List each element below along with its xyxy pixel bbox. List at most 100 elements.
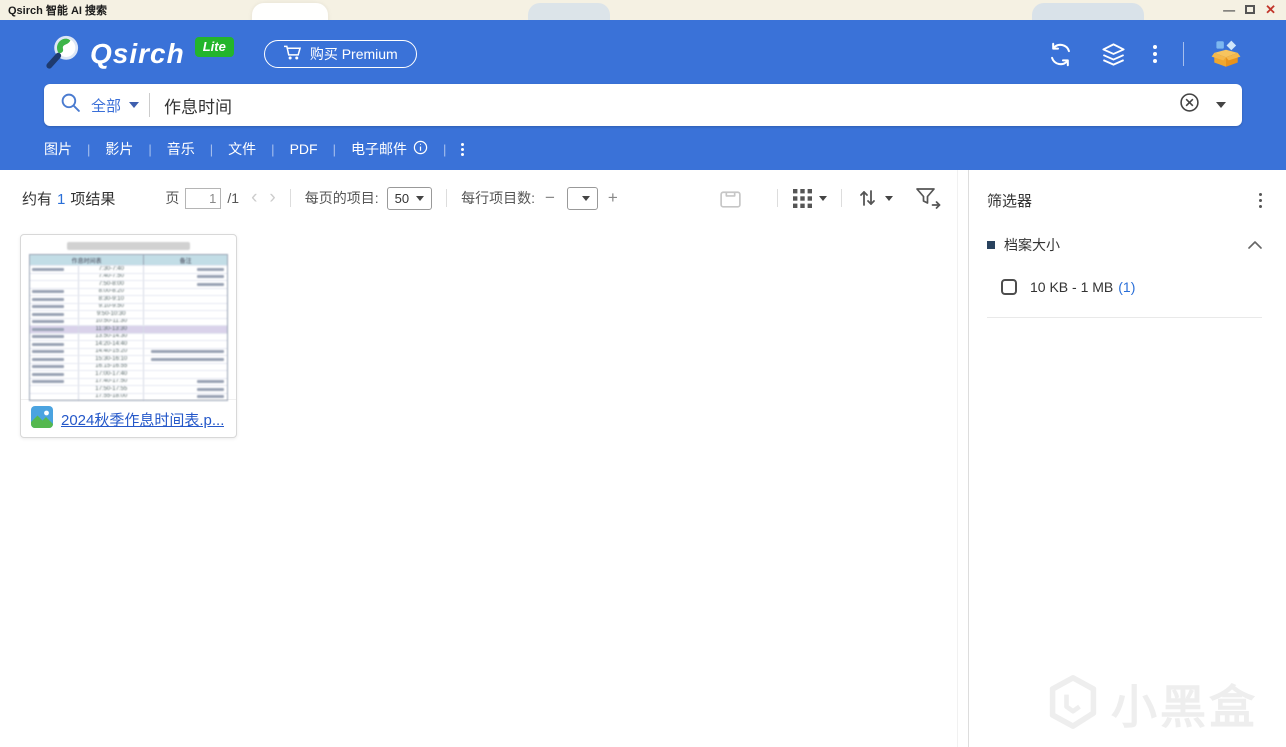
thumbnail-row: 16:15-16:55 [30,362,227,370]
tab-files[interactable]: 文件 [228,139,256,159]
search-options-caret-icon[interactable] [1216,102,1226,108]
overlay-blob [252,3,328,20]
tab-images[interactable]: 图片 [44,139,72,159]
header-more-menu-icon[interactable] [1153,45,1157,63]
scope-caret-icon[interactable] [129,102,140,108]
thumbnail-row: 8:00-8:20 [30,287,227,295]
filter-panel-toggle-icon[interactable] [915,186,942,210]
results-suffix: 项结果 [70,190,116,208]
image-file-icon [31,405,53,433]
result-file-link[interactable]: 2024秋季作息时间表.p... [61,409,224,430]
view-caret-icon [819,195,827,201]
window-titlebar: Qsirch 智能 AI 搜索 — ✕ [0,0,1286,20]
chevron-up-icon[interactable] [1248,236,1262,254]
tab-label: 电子邮件 [350,141,407,157]
minimize-button[interactable]: — [1223,3,1235,17]
page-label: 页 [165,190,180,206]
tab-music[interactable]: 音乐 [167,139,195,159]
select-caret-icon [581,195,590,201]
filter-option-size[interactable]: 10 KB - 1 MB (1) [1001,279,1262,295]
maximize-button[interactable] [1245,3,1256,17]
tab-label: 文件 [228,141,257,157]
thumbnail-header-right: 备注 [179,258,192,265]
filter-option-text: 10 KB - 1 MB [1030,279,1114,295]
per-page-label: 每页的项目: [304,190,379,206]
results-toolbar: 约有1项结果 页 /1 ‹ › 每页的项目: 50 每行项目数: − + [0,170,968,216]
search-divider [149,93,151,117]
per-row-minus-button[interactable]: − [545,188,555,208]
thumbnail-row: 17:55-18:00 [30,392,227,400]
per-row-select[interactable] [566,186,598,210]
overlay-blob [1032,3,1144,20]
filter-section-title: 档案大小 [1004,237,1060,253]
cart-icon [283,44,302,64]
section-bullet-icon [987,241,995,249]
tab-label: 影片 [105,141,134,157]
tab-separator: | [332,141,336,157]
per-row-label: 每行项目数: [461,190,535,206]
tabs-more-menu-icon[interactable] [461,142,465,156]
thumbnail-image: 作息时间表 备注 7:30-7:40 7:40-7:50 7:50-8:00 8:00… [29,242,228,401]
thumbnail-row: 8:30-9:10 [30,295,227,303]
thumbnail-row: 15:30-16:10 [30,355,227,363]
toolbar-separator [841,189,842,207]
search-scope-selector[interactable]: 全部 [91,95,121,116]
info-icon[interactable] [413,140,428,158]
buy-premium-button[interactable]: 购买 Premium [263,40,417,68]
collection-box-icon[interactable] [718,187,743,210]
tab-videos[interactable]: 影片 [105,139,133,159]
per-page-value: 50 [394,190,410,206]
filter-more-menu-icon[interactable] [1259,193,1262,208]
qsirch-logo-icon [44,33,82,76]
thumbnail-row: 17:40-17:50 [30,377,227,385]
next-page-icon[interactable]: › [269,188,275,208]
maximize-icon [1245,5,1256,14]
tab-label: 音乐 [166,141,195,157]
thumbnail-row: 10:50-11:30 [30,317,227,325]
clear-search-icon[interactable] [1179,92,1200,118]
tab-separator: | [209,141,214,157]
search-input[interactable] [164,95,1179,115]
thumbnail-row: 13:50-14:30 [30,332,227,340]
page-number-input[interactable] [185,187,222,209]
per-row-plus-button[interactable]: + [608,188,618,208]
per-page-select[interactable]: 50 [386,186,433,210]
results-count-text: 约有 1 项结果 [22,188,115,209]
tab-email[interactable]: 电子邮件 [351,139,428,159]
toolbar-separator [446,189,448,207]
index-status-icon[interactable] [1100,41,1127,68]
results-count: 1 [57,190,66,208]
result-card: 作息时间表 备注 7:30-7:40 7:40-7:50 7:50-8:00 8:00… [20,234,237,438]
prev-page-icon[interactable]: ‹ [251,188,257,208]
filter-section-file-size[interactable]: 档案大小 [987,235,1262,255]
filter-checkbox[interactable] [1001,279,1017,295]
thumbnail-header-left: 作息时间表 [30,255,145,265]
tab-label: PDF [289,141,318,157]
window-title: Qsirch 智能 AI 搜索 [8,5,108,17]
sync-icon[interactable] [1047,41,1074,68]
sort-icon[interactable] [856,186,893,210]
thumbnail-row: 7:40-7:50 [30,272,227,280]
thumbnail-row: 17:00-17:40 [30,370,227,378]
toolbar-separator [289,189,291,207]
thumbnail-row: 7:50-8:00 [30,280,227,288]
grid-view-icon[interactable] [792,188,827,209]
close-button[interactable]: ✕ [1265,3,1276,17]
buy-premium-label: 购买 Premium [309,46,398,62]
filter-option-label: 10 KB - 1 MB (1) [1030,279,1135,295]
tab-label: 图片 [44,141,72,157]
app-header: Qsirch Lite 购买 Premium 全部 作息时间 图片 | 影片 |… [0,20,1286,170]
thumbnail-table-body: 7:30-7:40 7:40-7:50 7:50-8:00 8:00-8:20 8:30… [30,265,227,400]
brand-name: Qsirch [90,38,185,69]
sidebar-divider [987,317,1262,318]
tab-separator: | [442,141,447,157]
result-thumbnail[interactable]: 作息时间表 备注 7:30-7:40 7:40-7:50 7:50-8:00 8:00… [21,235,236,401]
thumbnail-row: 14:40-15:20 [30,347,227,355]
tab-pdf[interactable]: PDF [290,141,318,157]
thumbnail-table: 作息时间表 备注 7:30-7:40 7:40-7:50 7:50-8:00 8:00… [29,254,228,401]
app-center-icon[interactable] [1210,38,1242,70]
page-total: /1 [227,190,240,206]
thumbnail-row: 7:30-7:40 [30,265,227,273]
results-area: 约有1项结果 页 /1 ‹ › 每页的项目: 50 每行项目数: − + [0,170,968,747]
overlay-blob [528,3,610,20]
